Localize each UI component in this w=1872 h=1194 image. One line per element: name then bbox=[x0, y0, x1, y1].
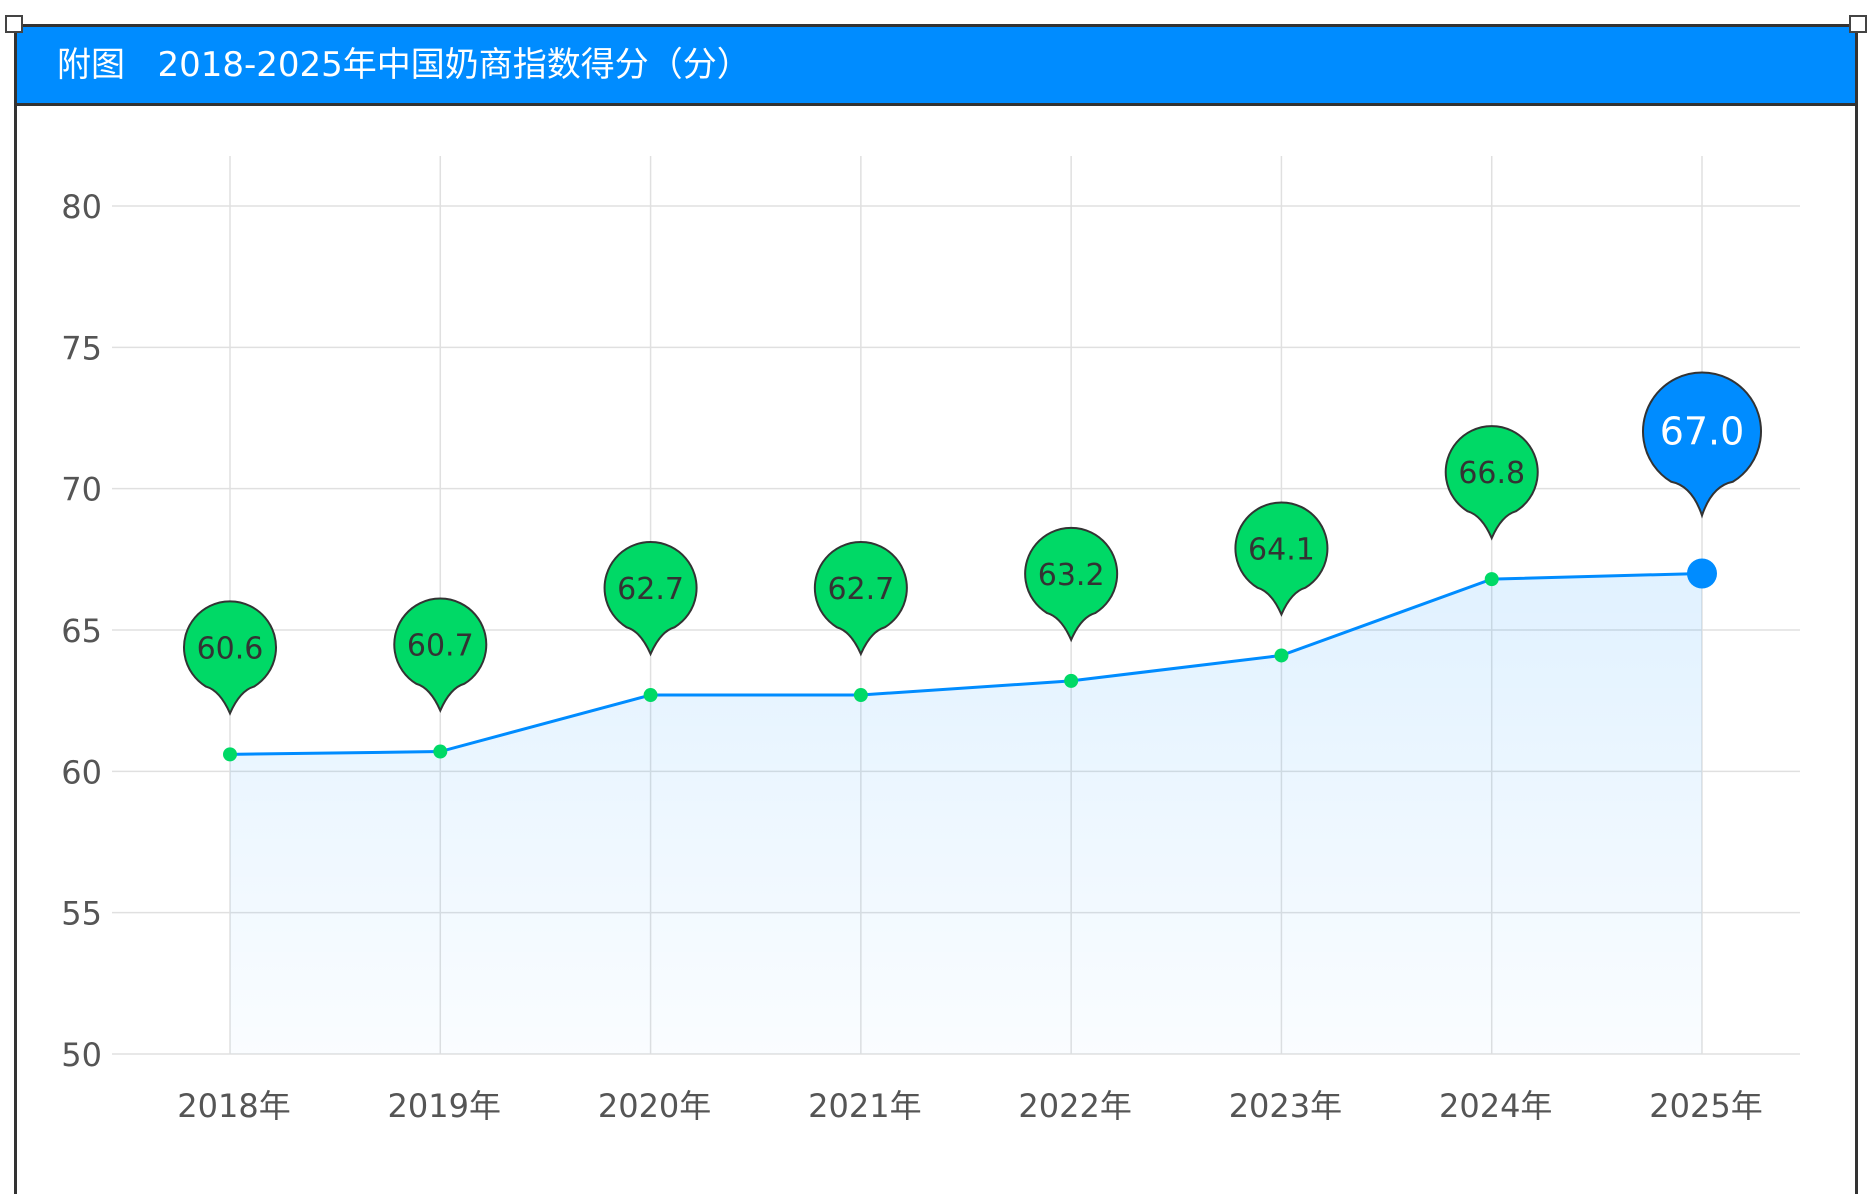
data-label: 63.2 bbox=[1038, 558, 1105, 593]
data-label: 64.1 bbox=[1248, 532, 1315, 567]
x-tick-label: 2025年 bbox=[1649, 1087, 1762, 1125]
x-tick-label: 2019年 bbox=[388, 1087, 501, 1125]
x-tick-label: 2021年 bbox=[808, 1087, 921, 1125]
x-tick-label: 2022年 bbox=[1018, 1087, 1131, 1125]
data-point bbox=[1274, 648, 1289, 663]
y-tick-label: 55 bbox=[61, 895, 102, 933]
y-tick-label: 60 bbox=[61, 753, 102, 791]
x-tick-label: 2020年 bbox=[598, 1087, 711, 1125]
x-tick-label: 2023年 bbox=[1229, 1087, 1342, 1125]
line-chart: 50 55 60 65 70 75 80 2018年 2019年 2020年 2021年 2022年 2… bbox=[61, 156, 1800, 1125]
data-point bbox=[643, 688, 658, 703]
data-label: 60.7 bbox=[407, 629, 474, 664]
data-label: 60.6 bbox=[197, 631, 264, 666]
data-label: 62.7 bbox=[617, 572, 684, 607]
x-tick-label: 2018年 bbox=[177, 1087, 290, 1125]
data-point bbox=[853, 688, 868, 703]
y-tick-label: 75 bbox=[61, 329, 102, 367]
data-point bbox=[1687, 558, 1717, 589]
data-label: 67.0 bbox=[1660, 409, 1745, 453]
y-tick-label: 50 bbox=[61, 1036, 102, 1074]
data-point bbox=[1064, 673, 1079, 688]
data-point bbox=[433, 744, 448, 759]
y-tick-label: 80 bbox=[61, 188, 102, 226]
data-point bbox=[1484, 572, 1499, 587]
data-label: 62.7 bbox=[827, 572, 894, 607]
data-label: 66.8 bbox=[1458, 456, 1525, 491]
x-tick-label: 2024年 bbox=[1439, 1087, 1552, 1125]
data-point bbox=[223, 747, 237, 762]
y-tick-label: 70 bbox=[61, 471, 102, 509]
y-tick-label: 65 bbox=[61, 612, 102, 650]
